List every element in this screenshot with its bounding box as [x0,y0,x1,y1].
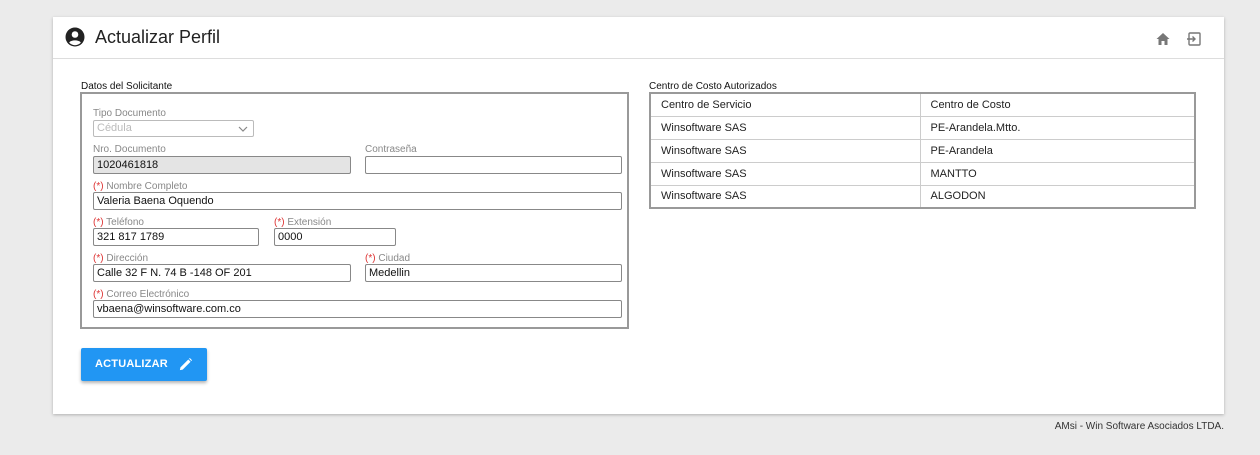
table-row[interactable]: Winsoftware SAS PE-Arandela.Mtto. [649,115,1196,140]
pencil-icon [179,357,193,371]
telefono-label: (*) Teléfono [93,217,144,228]
nombre-field[interactable]: Valeria Baena Oquendo [93,192,622,210]
page-title: Actualizar Perfil [95,27,221,47]
contrasena-field[interactable] [365,156,622,174]
actualizar-button-label: ACTUALIZAR [95,358,168,370]
nro-documento-field[interactable]: 1020461818 [93,156,351,174]
card-header: Actualizar Perfil [53,17,1224,59]
correo-label: (*) Correo Electrónico [93,289,190,300]
contrasena-label: Contraseña [365,144,417,155]
nombre-label: (*) Nombre Completo [93,181,188,192]
table-cell: Winsoftware SAS [649,115,921,140]
table-cell: ALGODON [919,184,1196,209]
section-label-solicitante: Datos del Solicitante [81,81,173,92]
section-label-costos: Centro de Costo Autorizados [649,81,777,92]
column-header-costo: Centro de Costo [919,92,1196,117]
home-icon[interactable] [1155,31,1171,47]
column-header-servicio: Centro de Servicio [649,92,921,117]
table-row[interactable]: Winsoftware SAS MANTTO [649,161,1196,186]
exit-icon[interactable] [1186,31,1202,47]
tipo-documento-label: Tipo Documento [93,108,166,119]
correo-field[interactable]: vbaena@winsoftware.com.co [93,300,622,318]
chevron-down-icon [238,126,248,132]
user-circle-icon [65,27,85,47]
actualizar-button[interactable]: ACTUALIZAR [81,348,207,381]
table-cell: Winsoftware SAS [649,138,921,163]
table-cell: MANTTO [919,161,1196,186]
ciudad-label: (*) Ciudad [365,253,411,264]
nro-documento-label: Nro. Documento [93,144,166,155]
cost-center-table: Centro de Servicio Centro de Costo Winso… [649,92,1196,209]
footer-text: AMsi - Win Software Asociados LTDA. [1054,421,1224,432]
table-cell: Winsoftware SAS [649,161,921,186]
telefono-field[interactable]: 321 817 1789 [93,228,259,246]
tipo-documento-select[interactable]: Cédula [93,120,254,137]
table-row[interactable]: Winsoftware SAS ALGODON [649,184,1196,209]
ciudad-field[interactable]: Medellin [365,264,622,282]
extension-field[interactable]: 0000 [274,228,396,246]
direccion-label: (*) Dirección [93,253,149,264]
table-cell: PE-Arandela.Mtto. [919,115,1196,140]
profile-card: Actualizar Perfil Datos del Solicitante … [53,17,1224,414]
table-row[interactable]: Winsoftware SAS PE-Arandela [649,138,1196,163]
table-header-row: Centro de Servicio Centro de Costo [649,92,1196,117]
direccion-field[interactable]: Calle 32 F N. 74 B -148 OF 201 [93,264,351,282]
extension-label: (*) Extensión [274,217,332,228]
table-cell: PE-Arandela [919,138,1196,163]
table-cell: Winsoftware SAS [649,184,921,209]
